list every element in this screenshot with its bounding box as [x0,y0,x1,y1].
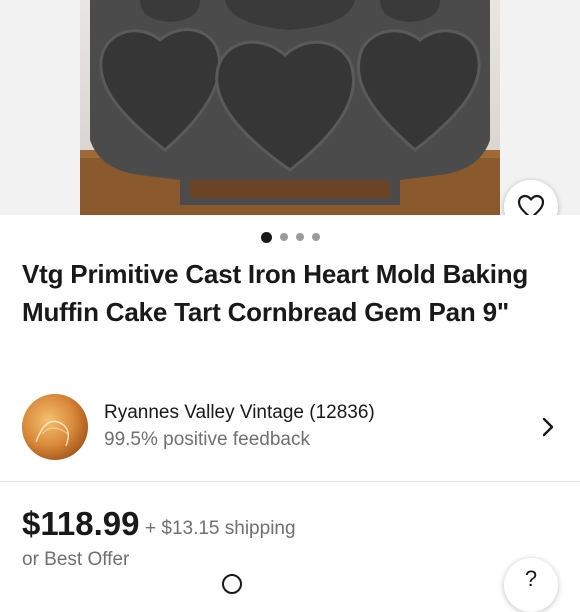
price: $118.99 [22,505,140,542]
cast-iron-pan-illustration [80,0,500,215]
seller-info-row[interactable]: Ryannes Valley Vintage (12836) 99.5% pos… [0,390,580,466]
heart-outline-icon [517,194,545,215]
pagination-dot-4[interactable] [311,233,320,241]
question-icon: ? [524,566,538,591]
photo-carousel[interactable] [0,0,580,215]
image-pagination [0,231,580,243]
info-icon[interactable] [222,574,242,594]
pagination-dot-2[interactable] [279,233,288,241]
pagination-dot-3[interactable] [295,233,304,241]
chevron-right-icon[interactable] [540,416,556,438]
help-button[interactable]: ? [504,558,558,612]
watchlist-button[interactable] [504,180,558,215]
divider [0,481,580,482]
shipping-cost: + $13.15 shipping [145,518,296,539]
listing-title: Vtg Primitive Cast Iron Heart Mold Bakin… [22,259,529,327]
seller-name: Ryannes Valley Vintage (12836) [104,402,375,423]
avatar-image [35,420,69,447]
best-offer-label: or Best Offer [22,549,130,570]
seller-feedback: 99.5% positive feedback [104,429,310,450]
seller-avatar [22,394,88,460]
pagination-dot-1[interactable] [260,231,272,243]
product-image[interactable] [80,0,500,215]
